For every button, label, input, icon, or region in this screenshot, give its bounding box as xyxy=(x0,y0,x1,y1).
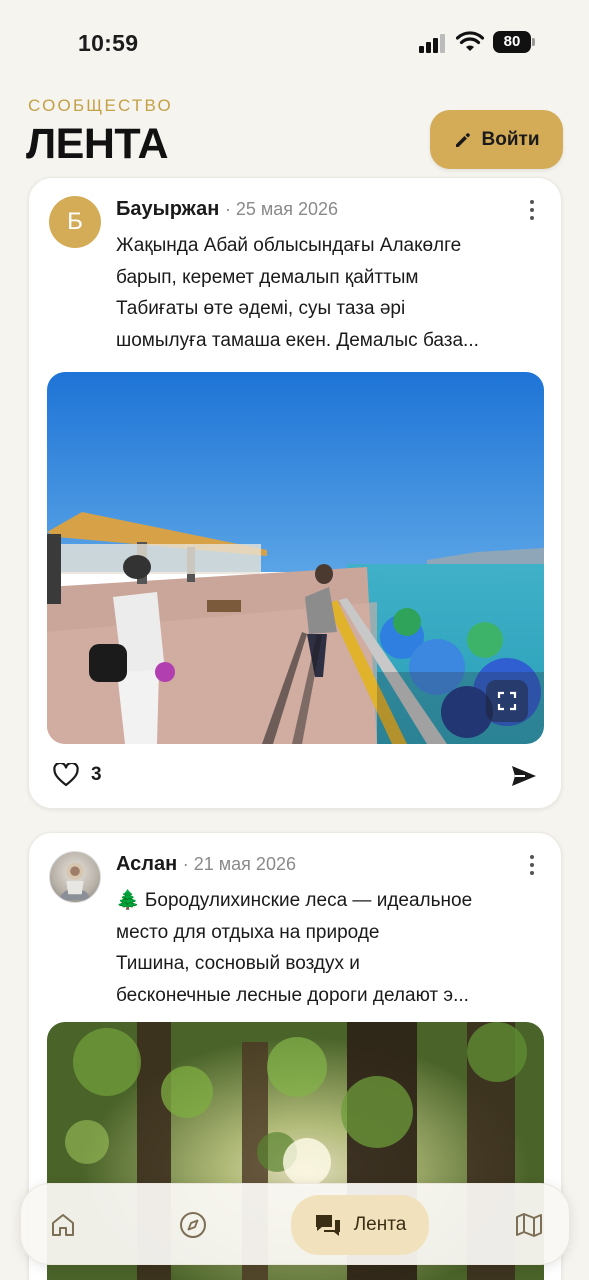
post-text-line: 🌲 Бородулихинские леса — идеальное xyxy=(116,890,473,911)
wifi-icon xyxy=(456,31,484,51)
map-icon xyxy=(516,1213,542,1237)
post-date: · 21 мая 2026 xyxy=(182,854,296,874)
compass-icon xyxy=(180,1212,206,1238)
battery-level: 80 xyxy=(493,31,531,53)
nav-explore[interactable] xyxy=(171,1184,215,1266)
section-kicker: СООБЩЕСТВО xyxy=(28,96,173,115)
post-text-line: Табиғаты өте әдемі, суы таза әрі xyxy=(116,298,406,319)
post-text-line: шомылуға тамаша екен. Демалыс база... xyxy=(116,329,479,351)
post-photo[interactable] xyxy=(47,372,544,744)
post-text-line: бесконечные лесные дороги делают э... xyxy=(116,984,469,1006)
nav-map[interactable] xyxy=(507,1184,551,1266)
send-icon xyxy=(512,766,536,786)
avatar-photo xyxy=(59,862,91,901)
post-header: Аслан · 21 мая 2026 xyxy=(116,853,296,876)
post-card[interactable]: Б Бауыржан · 25 мая 2026 Жақында Абай об… xyxy=(28,177,562,809)
post-text-line: Жақында Абай облысындағы Алакөлге xyxy=(116,235,462,256)
battery-icon: 80 xyxy=(493,31,535,53)
post-text-line: Тишина, сосновый воздух и xyxy=(116,953,360,974)
post-text[interactable]: Жақында Абай облысындағы Алакөлге барып,… xyxy=(116,230,536,356)
bottom-nav: Лента xyxy=(20,1183,570,1265)
share-button[interactable] xyxy=(511,764,537,793)
status-time: 10:59 xyxy=(78,30,139,56)
nav-feed-label: Лента xyxy=(353,1214,407,1235)
expand-photo-button[interactable] xyxy=(486,680,528,722)
nav-feed[interactable]: Лента xyxy=(291,1195,429,1255)
post-date: · 25 мая 2026 xyxy=(224,199,339,219)
post-author[interactable]: Аслан xyxy=(116,853,177,875)
like-button[interactable]: 3 xyxy=(53,763,102,787)
signal-icon xyxy=(419,33,447,53)
like-count: 3 xyxy=(91,764,102,785)
post-text[interactable]: 🌲 Бородулихинские леса — идеальное место… xyxy=(116,885,536,1011)
pencil-icon xyxy=(455,132,470,147)
home-icon xyxy=(52,1214,74,1236)
heart-icon xyxy=(53,763,79,787)
post-author[interactable]: Бауыржан xyxy=(116,198,219,220)
login-button[interactable]: Войти xyxy=(430,110,563,169)
post-text-line: место для отдыха на природе xyxy=(116,921,380,943)
more-vertical-icon[interactable] xyxy=(529,855,535,875)
page-title: ЛЕНТА xyxy=(26,120,169,168)
beach-photo xyxy=(47,372,544,744)
more-vertical-icon[interactable] xyxy=(529,200,535,220)
avatar[interactable]: Б xyxy=(49,196,101,248)
post-text-line: барып, керемет демалып қайттым xyxy=(116,266,419,288)
chat-icon xyxy=(315,1215,340,1236)
post-header: Бауыржан · 25 мая 2026 xyxy=(116,198,338,221)
nav-home[interactable] xyxy=(41,1184,85,1266)
avatar[interactable] xyxy=(49,851,101,903)
login-button-label: Войти xyxy=(481,128,540,150)
expand-icon xyxy=(497,691,517,711)
status-bar: 10:59 80 xyxy=(0,0,589,88)
